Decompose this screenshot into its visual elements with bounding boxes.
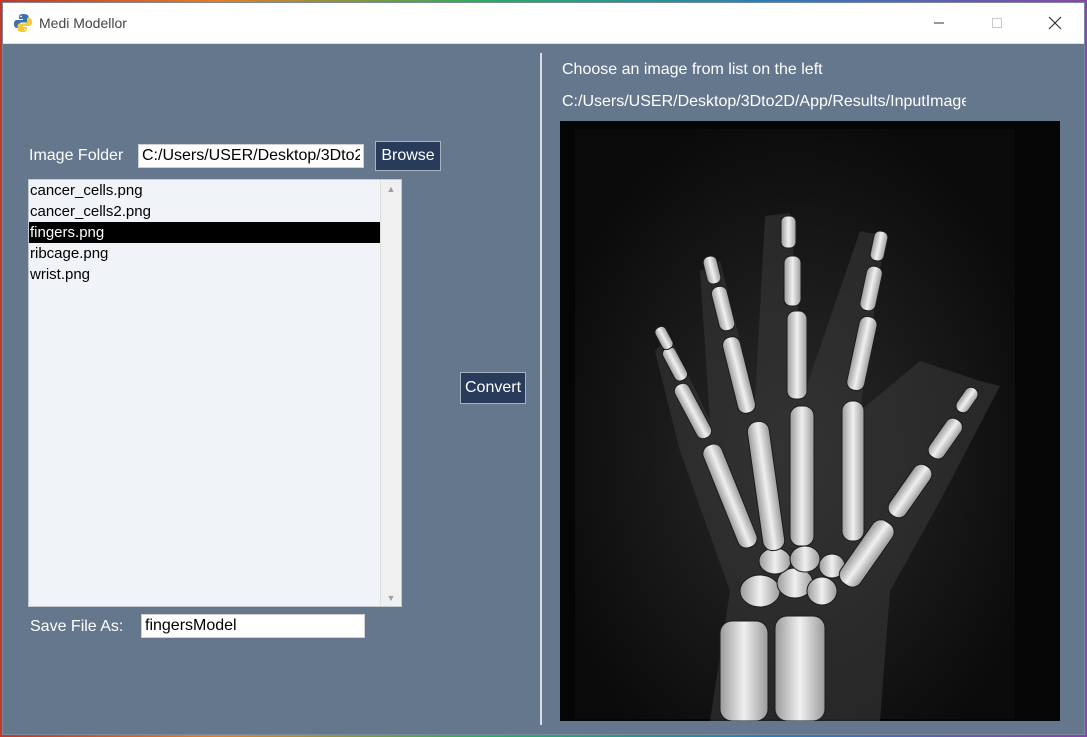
list-item[interactable]: cancer_cells2.png [29, 201, 380, 222]
listbox-scrollbar[interactable]: ▲ ▼ [380, 180, 401, 606]
image-folder-input[interactable] [138, 144, 364, 168]
app-window: Medi Modellor Image Folder Browse cancer… [2, 2, 1085, 735]
browse-button[interactable]: Browse [375, 141, 441, 171]
save-file-label: Save File As: [30, 618, 124, 635]
preview-image [560, 121, 1060, 721]
python-icon [14, 14, 32, 32]
scroll-down-icon[interactable]: ▼ [381, 589, 401, 606]
close-icon [1048, 16, 1062, 30]
scroll-up-icon[interactable]: ▲ [381, 180, 401, 197]
maximize-button[interactable] [968, 3, 1026, 43]
image-path-container: C:/Users/USER/Desktop/3Dto2D/App/Results… [562, 93, 966, 115]
minimize-icon [934, 22, 944, 24]
maximize-icon [992, 18, 1002, 28]
list-item[interactable]: fingers.png [29, 222, 380, 243]
file-list-items: cancer_cells.png cancer_cells2.png fingers… [29, 180, 380, 606]
window-title: Medi Modellor [39, 15, 127, 31]
list-item[interactable]: cancer_cells.png [29, 180, 380, 201]
panel-separator [540, 53, 542, 725]
list-item[interactable]: ribcage.png [29, 243, 380, 264]
minimize-button[interactable] [910, 3, 968, 43]
hand-xray-image [560, 121, 1060, 721]
list-item[interactable]: wrist.png [29, 264, 380, 285]
title-bar: Medi Modellor [3, 3, 1084, 44]
file-listbox[interactable]: cancer_cells.png cancer_cells2.png fingers… [28, 179, 402, 607]
instruction-text: Choose an image from list on the left [562, 61, 823, 78]
image-folder-label: Image Folder [29, 147, 124, 164]
save-file-input[interactable] [141, 614, 365, 638]
convert-button[interactable]: Convert [460, 372, 526, 404]
close-button[interactable] [1026, 3, 1084, 43]
image-path-text: C:/Users/USER/Desktop/3Dto2D/App/Results… [562, 93, 966, 110]
